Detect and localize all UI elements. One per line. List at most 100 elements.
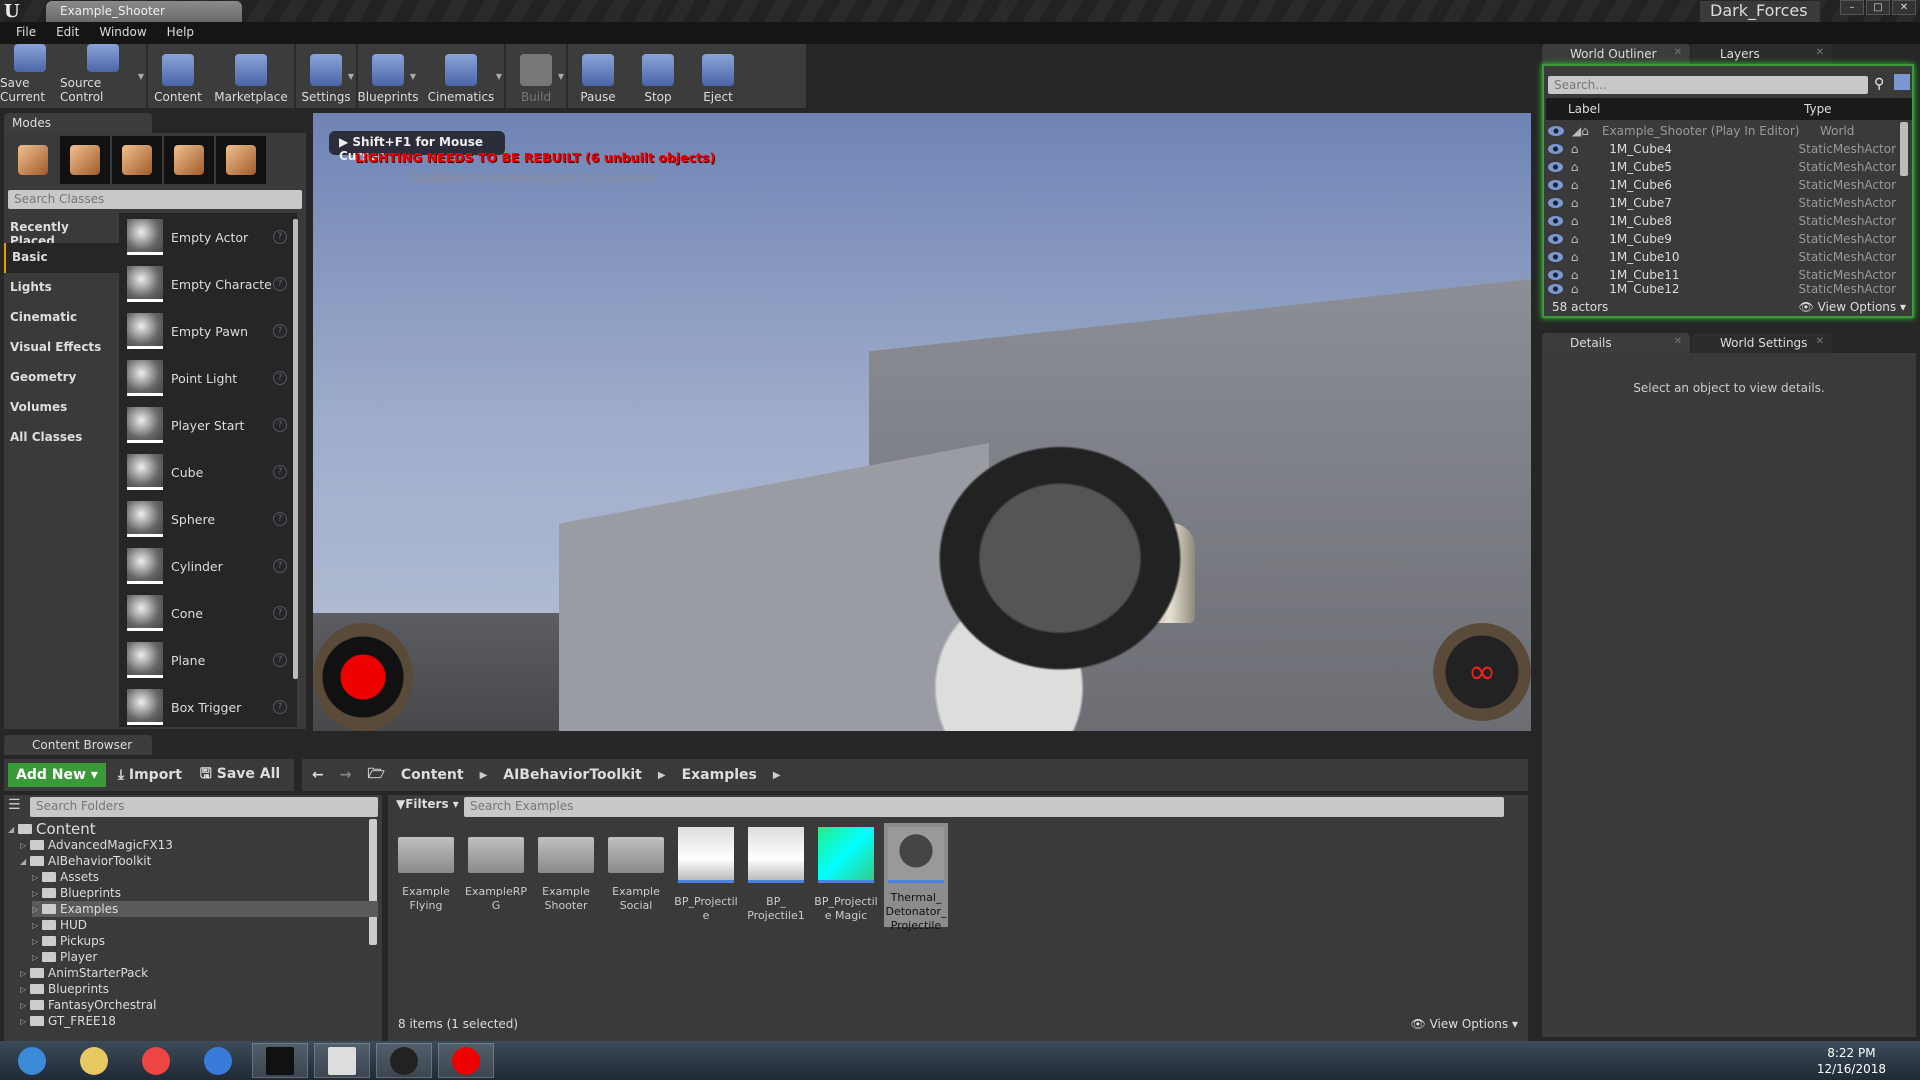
help-icon[interactable]: ? [273, 324, 287, 338]
placeable-player-start[interactable]: Player Start? [127, 405, 287, 445]
placeable-cylinder[interactable]: Cylinder? [127, 546, 287, 586]
table-row[interactable]: ⌂ 1M_Cube10 StaticMeshActor [1546, 248, 1896, 266]
asset-tile[interactable]: Example Shooter [534, 823, 598, 927]
table-row[interactable]: ⌂ 1M_Cube7 StaticMeshActor [1546, 194, 1896, 212]
placeable-empty-actor[interactable]: Empty Actor? [127, 217, 287, 257]
eject-button[interactable]: Eject [688, 44, 748, 108]
back-button[interactable]: ← [312, 767, 324, 783]
folder-item[interactable]: ▷ Assets [32, 869, 99, 885]
chevron-down-icon[interactable]: ▼ [496, 72, 502, 81]
asset-tile[interactable]: Example Flying [394, 823, 458, 927]
source-control-button[interactable]: Source Control ▼ [60, 44, 146, 108]
folder-item[interactable]: ◢ Content [8, 820, 96, 838]
label-column[interactable]: Label [1568, 102, 1600, 116]
help-icon[interactable]: ? [273, 559, 287, 573]
placeable-cube[interactable]: Cube? [127, 452, 287, 492]
level-viewport[interactable]: ∞ ▶ Shift+F1 for Mouse Cursor LIGHTING N… [313, 113, 1531, 731]
category-all-classes[interactable]: All Classes [4, 423, 119, 453]
menu-window[interactable]: Window [89, 22, 156, 44]
menu-help[interactable]: Help [157, 22, 204, 44]
table-row[interactable]: ◢⌂ Example_Shooter (Play In Editor) World [1546, 122, 1896, 140]
expand-arrow-icon[interactable]: ▷ [32, 921, 40, 930]
content-button[interactable]: Content [148, 44, 208, 108]
eye-icon[interactable] [1548, 270, 1563, 280]
expand-arrow-icon[interactable]: ▷ [32, 905, 40, 914]
category-volumes[interactable]: Volumes [4, 393, 119, 423]
pause-button[interactable]: Pause [568, 44, 628, 108]
table-row[interactable]: ⌂ 1M_Cube8 StaticMeshActor [1546, 212, 1896, 230]
folder-item[interactable]: ▷ AdvancedMagicFX13 [20, 837, 173, 853]
placeable-point-light[interactable]: Point Light? [127, 358, 287, 398]
eye-icon[interactable] [1548, 284, 1563, 294]
scrollbar[interactable] [1900, 122, 1908, 176]
table-row[interactable]: ⌂ 1M_Cube12 StaticMeshActor [1546, 284, 1896, 294]
file-explorer-taskbar-button[interactable] [66, 1043, 122, 1078]
help-icon[interactable]: ? [273, 606, 287, 620]
foliage-mode-button[interactable] [164, 136, 214, 184]
category-geometry[interactable]: Geometry [4, 363, 119, 393]
chrome-taskbar-button[interactable] [128, 1043, 184, 1078]
close-icon[interactable]: ✕ [1816, 47, 1824, 58]
minimize-button[interactable]: – [1840, 0, 1864, 15]
chevron-right-icon[interactable]: ▶ [658, 770, 666, 781]
folder-item[interactable]: ▷ GT_FREE18 [20, 1013, 116, 1029]
close-icon[interactable]: ✕ [1816, 336, 1824, 347]
eye-icon[interactable] [1548, 252, 1563, 262]
placeable-empty-character[interactable]: Empty Character? [127, 264, 287, 304]
blueprints-button[interactable]: Blueprints ▼ [358, 44, 419, 108]
recorder-taskbar-button[interactable] [438, 1043, 494, 1078]
outliner-search-input[interactable]: Search... [1548, 76, 1868, 94]
table-row[interactable]: ⌂ 1M_Cube11 StaticMeshActor [1546, 266, 1896, 284]
forward-button[interactable]: → [340, 767, 352, 783]
save-current-button[interactable]: Save Current [0, 44, 60, 108]
sources-toggle-icon[interactable]: ☰ [8, 797, 21, 813]
eye-icon[interactable] [1548, 234, 1563, 244]
chevron-down-icon[interactable]: ▼ [558, 72, 564, 81]
search-folders-input[interactable]: Search Folders [30, 797, 378, 817]
close-button[interactable]: ✕ [1892, 0, 1916, 15]
close-icon[interactable]: ✕ [1674, 47, 1682, 58]
help-icon[interactable]: ? [273, 418, 287, 432]
chevron-down-icon[interactable]: ▼ [348, 72, 354, 81]
folder-item[interactable]: ▷ Player [32, 949, 97, 965]
menu-file[interactable]: File [6, 22, 46, 44]
help-icon[interactable]: ? [273, 512, 287, 526]
scrollbar[interactable] [293, 219, 298, 679]
save-all-button[interactable]: 🖫 Save All [194, 759, 286, 791]
build-button[interactable]: Build ▼ [506, 44, 566, 108]
table-row[interactable]: ⌂ 1M_Cube9 StaticMeshActor [1546, 230, 1896, 248]
geometry-mode-button[interactable] [216, 136, 266, 184]
eye-icon[interactable] [1548, 144, 1563, 154]
placeable-cone[interactable]: Cone? [127, 593, 287, 633]
table-row[interactable]: ⌂ 1M_Cube4 StaticMeshActor [1546, 140, 1896, 158]
menu-edit[interactable]: Edit [46, 22, 89, 44]
place-mode-button[interactable] [8, 136, 58, 184]
chevron-down-icon[interactable]: ▼ [138, 72, 144, 81]
help-icon[interactable]: ? [273, 277, 287, 291]
category-lights[interactable]: Lights [4, 273, 119, 303]
table-row[interactable]: ⌂ 1M_Cube5 StaticMeshActor [1546, 158, 1896, 176]
document-tab[interactable]: Example_Shooter [46, 1, 242, 22]
modes-tab[interactable]: Modes [4, 113, 152, 133]
settings-button[interactable]: Settings ▼ [296, 44, 356, 108]
asset-tile[interactable]: Example Social [604, 823, 668, 927]
asset-tile[interactable]: BP_Projectile [674, 823, 738, 927]
expand-arrow-icon[interactable]: ◢ [8, 825, 16, 834]
add-new-button[interactable]: Add New ▾ [8, 763, 106, 787]
expand-arrow-icon[interactable]: ▷ [20, 841, 28, 850]
folder-item[interactable]: ▷ Pickups [32, 933, 105, 949]
eye-icon[interactable] [1548, 162, 1563, 172]
breadcrumb-aibehaviortoolkit[interactable]: AIBehaviorToolkit [503, 767, 642, 783]
placeable-sphere[interactable]: Sphere? [127, 499, 287, 539]
expand-arrow-icon[interactable]: ▷ [32, 873, 40, 882]
maximize-button[interactable]: □ [1866, 0, 1890, 15]
expand-arrow-icon[interactable]: ◢ [20, 857, 28, 866]
expand-arrow-icon[interactable]: ▷ [20, 1017, 28, 1026]
folder-item[interactable]: ▷ AnimStarterPack [20, 965, 148, 981]
category-basic[interactable]: Basic [4, 243, 119, 273]
type-column[interactable]: Type [1804, 102, 1832, 116]
placeable-empty-pawn[interactable]: Empty Pawn? [127, 311, 287, 351]
help-icon[interactable]: ? [273, 700, 287, 714]
search-assets-input[interactable]: Search Examples [464, 797, 1504, 817]
tab-layers[interactable]: Layers ✕ [1692, 44, 1832, 64]
